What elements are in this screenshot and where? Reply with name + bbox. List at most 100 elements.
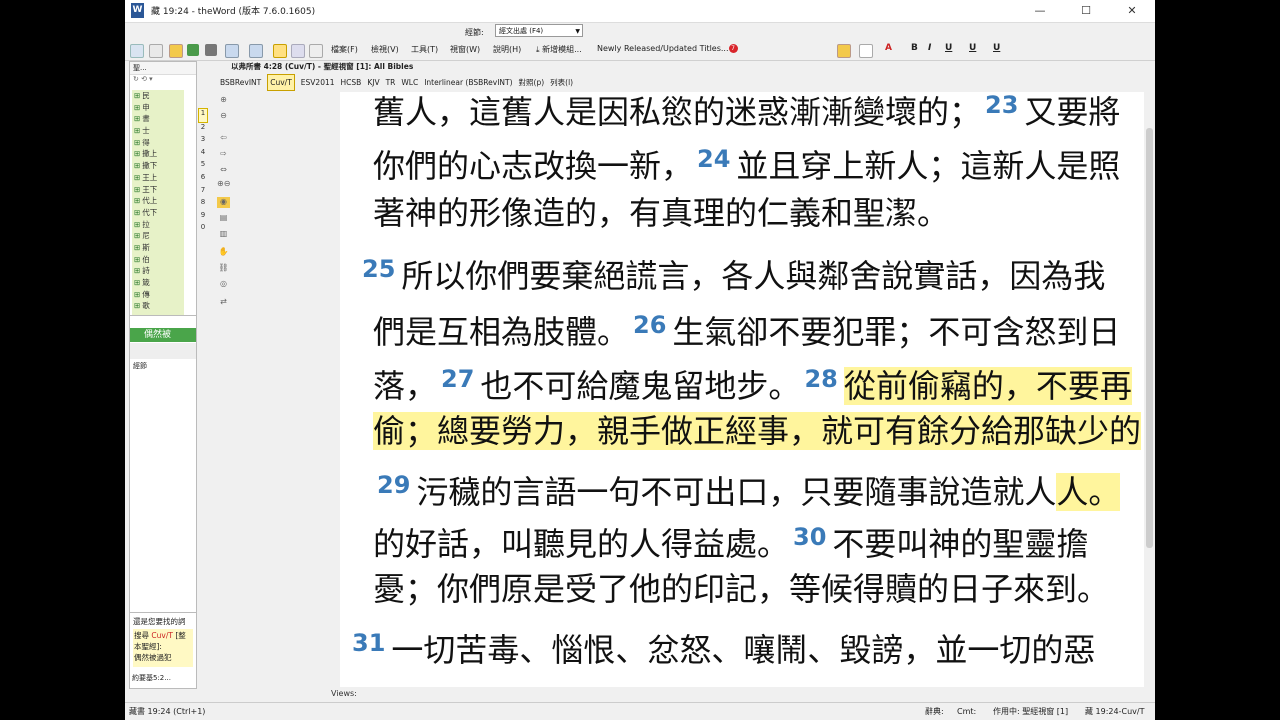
module-tab[interactable]: ESV2011 [301,75,335,90]
menu-help[interactable]: 說明(H) [493,44,521,55]
filter-icon[interactable] [273,44,287,58]
vertical-scrollbar[interactable] [1144,92,1155,687]
module-tab[interactable]: BSBRevINT [220,75,261,90]
book-item[interactable]: ⊞ 詩 [132,265,184,277]
save-icon[interactable] [187,44,199,56]
underline2-button[interactable]: U [969,43,976,53]
expand-icon[interactable]: ⊞ [134,196,140,205]
list-icon[interactable] [291,44,305,58]
sync-icon[interactable] [309,44,323,58]
book-item[interactable]: ⊞ 王下 [132,184,184,196]
minimize-button[interactable]: — [1017,0,1063,22]
verse-index-item[interactable]: 9 [198,211,208,224]
new-icon[interactable] [130,44,144,58]
expand-icon[interactable]: ⊞ [134,278,140,287]
expand-icon[interactable]: ⊞ [134,301,140,310]
maximize-button[interactable]: ☐ [1063,0,1109,22]
expand-icon[interactable]: ⊞ [134,243,140,252]
module-tab[interactable]: 對照(p) [519,75,545,90]
bold-button[interactable]: B [911,43,918,53]
verse-index-item[interactable]: 5 [198,160,208,173]
expand-icon[interactable]: ⊞ [134,220,140,229]
marker-icon[interactable] [859,44,873,58]
menu-add-modules[interactable]: ⤓ 新增模組... [536,44,582,55]
book-item[interactable]: ⊞ 尼 [132,230,184,242]
verse-number[interactable]: 29 [377,471,410,499]
folder-icon[interactable] [169,44,183,58]
verse-number[interactable]: 26 [633,311,666,339]
verse-index-item[interactable]: 0 [198,223,208,236]
expand-icon[interactable]: ⊞ [134,126,140,135]
underline-button[interactable]: U [945,43,952,53]
expand-icon[interactable]: ⊞ [134,255,140,264]
book-item[interactable]: ⊞ 伯 [132,254,184,266]
book-item[interactable]: ⊞ 歌 [132,300,184,312]
expand-icon[interactable]: ⊞ [134,161,140,170]
close-button[interactable]: ✕ [1109,0,1155,22]
print-icon[interactable] [205,44,217,56]
verse-index-item[interactable]: 8 [198,198,208,211]
underline3-button[interactable]: U [993,43,1000,53]
layout-icon[interactable] [225,44,239,58]
verse-number[interactable]: 24 [697,145,730,173]
module-tab[interactable]: Cuv/T [267,74,295,91]
verse-number[interactable]: 32 [969,683,1002,687]
verse-number[interactable]: 25 [362,255,395,283]
menu-window[interactable]: 視窗(W) [450,44,480,55]
book-item[interactable]: ⊞ 申 [132,102,184,114]
verse-index-item[interactable]: 3 [198,135,208,148]
menu-new-titles[interactable]: Newly Released/Updated Titles... 7 [597,44,738,53]
book-item[interactable]: ⊞ 士 [132,125,184,137]
book-item[interactable]: ⊞ 撒上 [132,148,184,160]
menu-tools[interactable]: 工具(T) [411,44,438,55]
verse-index-item[interactable]: 1 [198,108,208,123]
module-tab[interactable]: WLC [401,75,418,90]
verse-number[interactable]: 31 [352,629,385,657]
module-tab[interactable]: Interlinear (BSBRevINT) [424,75,512,90]
expand-icon[interactable]: ⊞ [134,231,140,240]
menu-file[interactable]: 檔案(F) [331,44,358,55]
expand-icon[interactable]: ⊞ [134,173,140,182]
book-item[interactable]: ⊞ 箴 [132,277,184,289]
book-item[interactable]: ⊞ 得 [132,137,184,149]
verse-index-item[interactable]: 2 [198,123,208,136]
search-header[interactable]: 偶然被 [130,328,196,342]
verse-index-item[interactable]: 6 [198,173,208,186]
verse-index-item[interactable]: 7 [198,186,208,199]
bible-text[interactable]: 舊人，這舊人是因私慾的迷惑漸漸變壞的； 23 又要將 你們的心志改換一新， 24 並且穿上… [340,92,1144,687]
scrollbar-thumb[interactable] [1146,128,1153,548]
search-result[interactable]: 搜尋 Cuv/T [整本聖經]: 偶然被過犯 [133,629,193,667]
book-item[interactable]: ⊞ 撒下 [132,160,184,172]
expand-icon[interactable]: ⊞ [134,290,140,299]
verse-number[interactable]: 27 [441,365,474,393]
module-tab[interactable]: TR [386,75,396,90]
book-item[interactable]: ⊞ 民 [132,90,184,102]
book-item[interactable]: ⊞ 書 [132,113,184,125]
expand-icon[interactable]: ⊞ [134,149,140,158]
expand-icon[interactable]: ⊞ [134,185,140,194]
italic-button[interactable]: I [928,43,931,53]
highlight-icon[interactable] [837,44,851,58]
copy-icon[interactable] [149,44,163,58]
reference-combo[interactable]: 經文出處 (F4) ▼ [495,24,583,37]
book-item[interactable]: ⊞ 拉 [132,219,184,231]
expand-icon[interactable]: ⊞ [134,91,140,100]
module-tab[interactable]: KJV [367,75,379,90]
book-item[interactable]: ⊞ 傳 [132,289,184,301]
book-item[interactable]: ⊞ 代上 [132,195,184,207]
window-icon[interactable] [249,44,263,58]
book-item[interactable]: ⊞ 代下 [132,207,184,219]
expand-icon[interactable]: ⊞ [134,114,140,123]
expand-icon[interactable]: ⊞ [134,208,140,217]
module-tab[interactable]: 列表(l) [550,75,573,90]
verse-number[interactable]: 28 [804,365,837,393]
expand-icon[interactable]: ⊞ [134,103,140,112]
expand-icon[interactable]: ⊞ [134,138,140,147]
book-item[interactable]: ⊞ 王上 [132,172,184,184]
verse-index-item[interactable]: 4 [198,148,208,161]
expand-icon[interactable]: ⊞ [134,266,140,275]
menu-view[interactable]: 檢視(V) [371,44,399,55]
font-color-button[interactable]: A [885,43,892,53]
verse-number[interactable]: 30 [793,523,826,551]
verse-number[interactable]: 23 [985,92,1018,119]
